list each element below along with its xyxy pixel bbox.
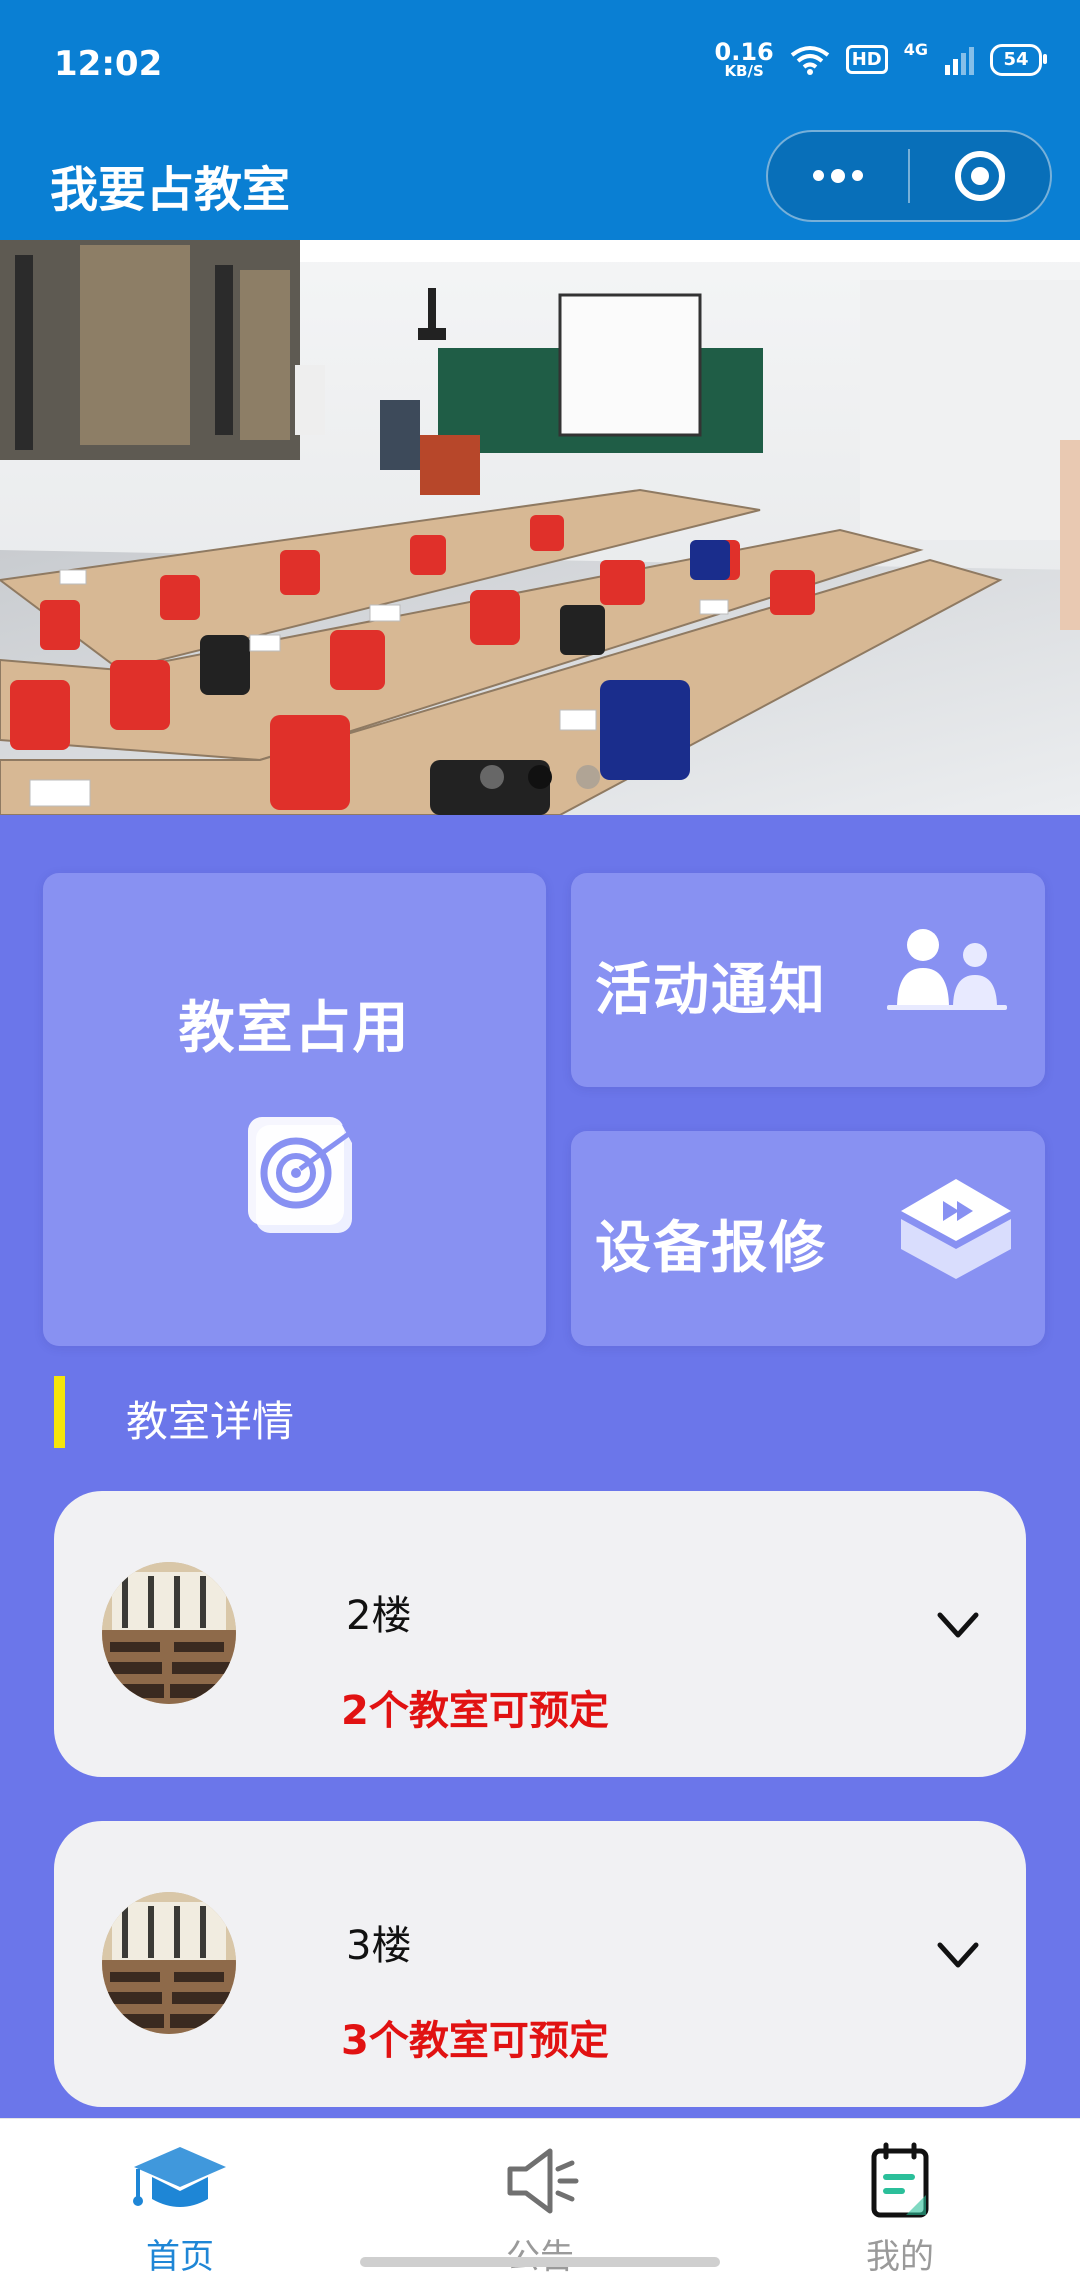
status-time: 12:02 xyxy=(54,44,163,84)
chevron-down-icon[interactable] xyxy=(934,1931,982,1979)
record-target-icon xyxy=(955,151,1005,201)
classroom-occupy-label: 教室占用 xyxy=(178,996,411,1061)
nav-bar: 我要占教室 xyxy=(0,130,1080,240)
section-title: 教室详情 xyxy=(126,1397,295,1446)
status-icons: 0.16 KB/S HD 4G 54 xyxy=(715,40,1047,79)
floor-card[interactable]: 2楼 2个教室可预定 xyxy=(54,1491,1026,1777)
floor-thumbnail xyxy=(102,1562,236,1704)
floor-name: 2楼 xyxy=(346,1593,412,1639)
more-button[interactable] xyxy=(768,132,908,220)
target-icon xyxy=(248,1117,360,1233)
home-indicator[interactable] xyxy=(360,2257,720,2267)
floor-card[interactable]: 3楼 3个教室可预定 xyxy=(54,1821,1026,2107)
floor-availability: 2个教室可预定 xyxy=(341,1688,609,1734)
floor-thumbnail xyxy=(102,1892,236,2034)
equipment-repair-card[interactable]: 设备报修 xyxy=(571,1131,1045,1346)
more-dots-icon xyxy=(813,168,863,183)
net-speed-unit: KB/S xyxy=(724,62,764,80)
page-title: 我要占教室 xyxy=(50,162,291,218)
people-icon xyxy=(887,929,1007,1010)
graduation-cap-icon xyxy=(133,2147,226,2207)
classroom-occupy-card[interactable]: 教室占用 xyxy=(43,873,546,1346)
mini-program-capsule xyxy=(766,130,1052,222)
section-accent-bar xyxy=(54,1376,65,1448)
network-type: 4G xyxy=(903,40,928,59)
activity-notice-card[interactable]: 活动通知 xyxy=(571,873,1045,1087)
carousel-dot[interactable] xyxy=(480,765,504,789)
speaker-icon xyxy=(507,2148,579,2214)
signal-icon xyxy=(945,46,974,75)
tab-home[interactable]: 首页 xyxy=(80,2139,280,2278)
net-speed: 0.16 KB/S xyxy=(715,40,774,79)
hd-badge: HD xyxy=(845,45,888,74)
activity-notice-label: 活动通知 xyxy=(595,958,827,1023)
chevron-down-icon[interactable] xyxy=(934,1601,982,1649)
carousel-dot[interactable] xyxy=(576,765,600,789)
carousel-dot-active[interactable] xyxy=(528,765,552,789)
classroom-photo xyxy=(0,240,1080,815)
carousel-indicator xyxy=(0,765,1080,789)
floor-name: 3楼 xyxy=(346,1923,412,1969)
banner-carousel[interactable] xyxy=(0,240,1080,815)
tab-home-label: 首页 xyxy=(146,2237,214,2277)
tab-notice-label: 公告 xyxy=(440,2229,640,2278)
tab-mine-label: 我的 xyxy=(866,2237,934,2277)
battery-icon: 54 xyxy=(990,43,1047,76)
status-bar: 12:02 0.16 KB/S HD 4G 54 xyxy=(0,0,1080,130)
floor-availability: 3个教室可预定 xyxy=(341,2018,609,2064)
close-button[interactable] xyxy=(910,132,1050,220)
wifi-icon xyxy=(790,45,829,75)
play-cube-icon xyxy=(901,1179,1011,1279)
equipment-repair-label: 设备报修 xyxy=(595,1216,827,1281)
net-speed-value: 0.16 xyxy=(714,38,774,66)
notebook-icon xyxy=(871,2142,929,2218)
tab-mine[interactable]: 我的 xyxy=(800,2139,1000,2278)
bottom-tab-bar: 首页 公告 我的 xyxy=(0,2118,1080,2281)
